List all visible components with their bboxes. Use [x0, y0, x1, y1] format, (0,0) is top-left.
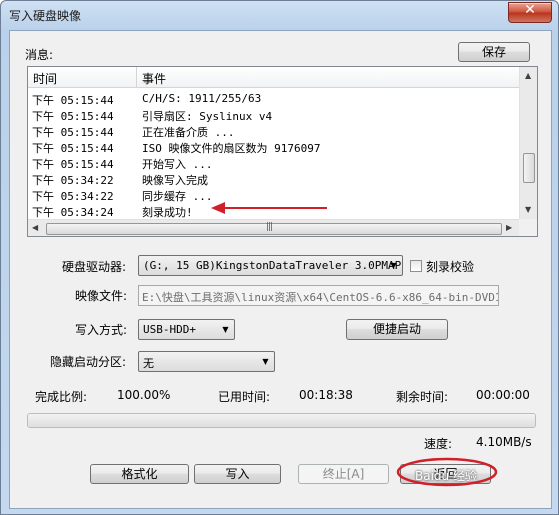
drive-select[interactable]: (G:, 15 GB)KingstonDataTraveler 3.0PMAP … [138, 255, 403, 276]
write-button[interactable]: 写入 [194, 464, 281, 484]
scroll-right-icon[interactable]: ▶ [506, 223, 512, 232]
scroll-down-icon[interactable]: ▼ [525, 205, 531, 214]
drive-select-value: (G:, 15 GB)KingstonDataTraveler 3.0PMAP [143, 259, 402, 272]
message-log[interactable]: 时间 事件 下午 05:15:44 C/H/S: 1911/255/63 下午 0… [27, 66, 538, 237]
log-event: 同步缓存 ... [142, 190, 213, 203]
remaining-time-label: 剩余时间: [396, 390, 449, 404]
log-event: 正在准备介质 ... [142, 126, 235, 139]
vertical-scroll-thumb[interactable] [523, 153, 535, 183]
log-time: 下午 05:15:44 [32, 94, 114, 107]
hidden-partition-label: 隐藏启动分区: [50, 355, 127, 369]
hidden-partition-value: 无 [143, 357, 154, 370]
vertical-scrollbar[interactable]: ▲ ▼ [519, 67, 537, 219]
quick-boot-button[interactable]: 便捷启动 [346, 319, 448, 340]
log-time: 下午 05:15:44 [32, 158, 114, 171]
write-method-select[interactable]: USB-HDD+ ▼ [138, 319, 235, 340]
speed-value: 4.10MB/s [476, 435, 532, 449]
messages-label: 消息: [25, 48, 54, 62]
log-event: 开始写入 ... [142, 158, 213, 171]
save-button[interactable]: 保存 [458, 42, 530, 62]
speed-label: 速度: [424, 437, 453, 451]
format-button[interactable]: 格式化 [90, 464, 189, 484]
horizontal-scroll-thumb[interactable]: ||| [46, 222, 502, 235]
chevron-down-icon: ▼ [222, 325, 229, 334]
elapsed-time-label: 已用时间: [218, 390, 271, 404]
column-divider[interactable] [136, 67, 137, 87]
elapsed-time-value: 00:18:38 [299, 388, 353, 402]
log-time: 下午 05:15:44 [32, 142, 114, 155]
log-header: 时间 事件 [28, 67, 519, 88]
complete-ratio-value: 100.00% [117, 388, 171, 402]
title-bar: 写入硬盘映像 ✕ [1, 1, 558, 29]
chevron-down-icon: ▼ [262, 357, 269, 366]
complete-ratio-label: 完成比例: [35, 390, 88, 404]
close-icon: ✕ [524, 2, 536, 18]
chevron-down-icon: ▼ [390, 261, 397, 270]
log-time: 下午 05:15:44 [32, 126, 114, 139]
verify-label[interactable]: 刻录校验 [426, 258, 474, 275]
write-method-value: USB-HDD+ [143, 323, 196, 336]
dialog-body: 消息: 保存 时间 事件 下午 05:15:44 C/H/S: 1911/255/… [9, 30, 552, 509]
horizontal-scrollbar[interactable]: ◀ ||| ▶ [28, 219, 519, 236]
log-event: ISO 映像文件的扇区数为 9176097 [142, 142, 321, 155]
write-progress-bar [27, 413, 536, 428]
log-time: 下午 05:34:24 [32, 206, 114, 219]
image-file-field[interactable]: E:\快盘\工具资源\linux资源\x64\CentOS-6.6-x86_64… [138, 285, 499, 306]
hidden-partition-select[interactable]: 无 ▼ [138, 351, 275, 372]
image-file-label: 映像文件: [75, 289, 128, 303]
write-disk-image-window: 写入硬盘映像 ✕ 消息: 保存 时间 事件 下午 05:15:44 C/H/S: … [0, 0, 559, 515]
close-button[interactable]: ✕ [508, 2, 552, 23]
remaining-time-value: 00:00:00 [476, 388, 530, 402]
baidu-watermark: Baidu 经验 [415, 469, 477, 483]
log-time: 下午 05:34:22 [32, 174, 114, 187]
log-time: 下午 05:34:22 [32, 190, 114, 203]
verify-checkbox[interactable] [410, 260, 422, 272]
write-method-label: 写入方式: [75, 323, 128, 337]
scroll-left-icon[interactable]: ◀ [32, 223, 38, 232]
drive-label: 硬盘驱动器: [62, 260, 127, 274]
log-event: 映像写入完成 [142, 174, 208, 187]
progress-fill [28, 414, 535, 427]
abort-button[interactable]: 终止[A] [298, 464, 389, 484]
image-file-path: E:\快盘\工具资源\linux资源\x64\CentOS-6.6-x86_64… [142, 291, 499, 304]
log-event: 刻录成功! [142, 206, 193, 219]
log-event: 引导扇区: Syslinux v4 [142, 110, 273, 123]
window-title: 写入硬盘映像 [9, 9, 82, 23]
column-time[interactable]: 时间 [33, 70, 57, 87]
grip-icon: ||| [266, 222, 273, 232]
scroll-corner [519, 219, 537, 236]
log-event: C/H/S: 1911/255/63 [142, 92, 262, 105]
scroll-up-icon[interactable]: ▲ [525, 71, 531, 80]
column-event[interactable]: 事件 [142, 70, 166, 87]
log-time: 下午 05:15:44 [32, 110, 114, 123]
